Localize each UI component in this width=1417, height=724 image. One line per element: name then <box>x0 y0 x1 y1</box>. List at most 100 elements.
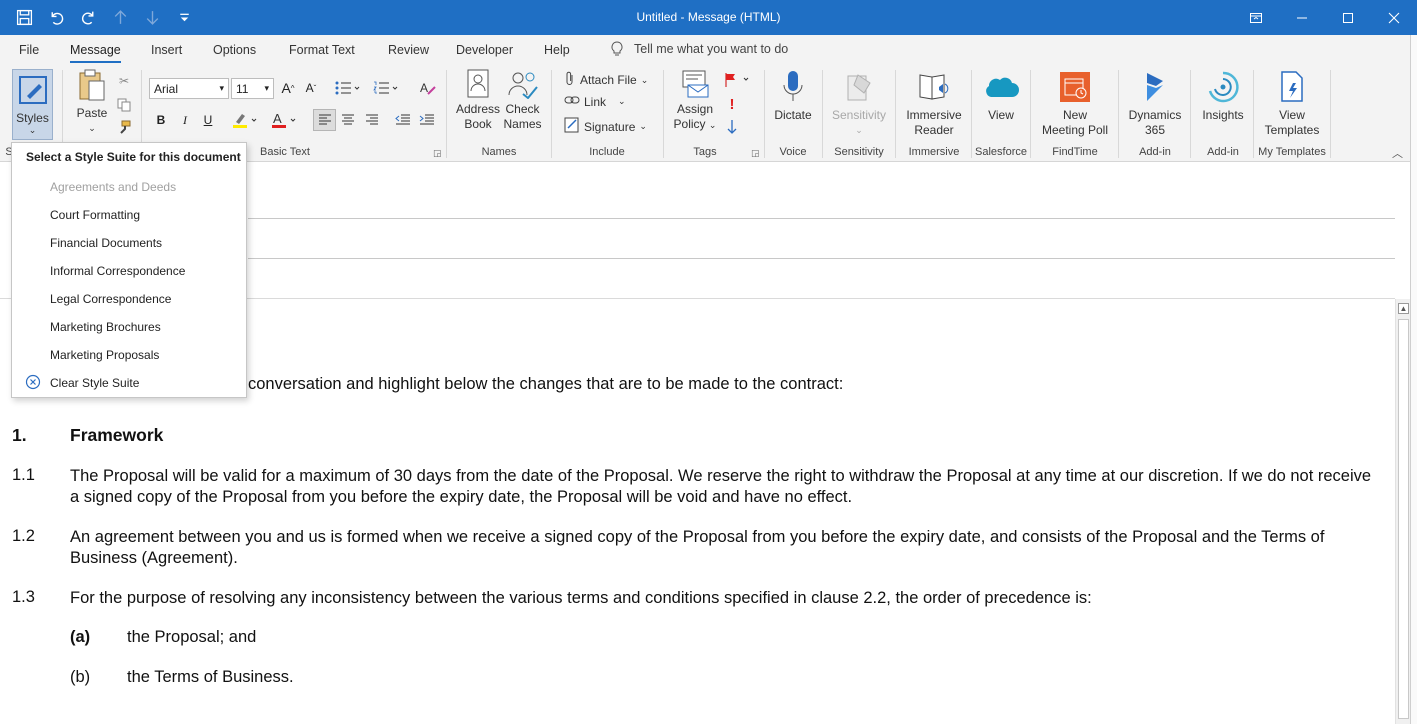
view-templates-button[interactable]: View Templates <box>1256 69 1328 138</box>
menu-item-financial-documents[interactable]: Financial Documents <box>50 236 162 250</box>
maximize-icon[interactable] <box>1325 0 1371 35</box>
styles-button[interactable]: Styles ⌄ <box>12 69 53 140</box>
increase-indent-icon[interactable] <box>417 110 437 130</box>
tab-format-text[interactable]: Format Text <box>289 43 355 57</box>
tab-developer[interactable]: Developer <box>456 43 513 57</box>
minimize-icon[interactable] <box>1279 0 1325 35</box>
assign-policy-button[interactable]: Assign Policy ⌄ <box>671 69 719 133</box>
dynamics-365-button[interactable]: Dynamics 365 <box>1122 69 1188 138</box>
clear-formatting-icon[interactable]: A <box>418 78 438 98</box>
insights-button[interactable]: Insights <box>1194 69 1252 123</box>
clause-text: For the purpose of resolving any inconsi… <box>70 589 1092 607</box>
align-center-icon[interactable] <box>338 110 358 130</box>
grow-font-icon[interactable]: A ^ <box>278 78 298 98</box>
styles-icon <box>19 76 47 104</box>
underline-button[interactable]: U <box>198 110 218 130</box>
follow-up-flag-icon[interactable] <box>721 70 753 90</box>
bold-button[interactable]: B <box>151 110 171 130</box>
sub-clause-label: (a) <box>70 628 91 646</box>
font-color-icon[interactable]: A <box>269 110 301 130</box>
menu-item-marketing-proposals[interactable]: Marketing Proposals <box>50 348 159 362</box>
menu-item-marketing-brochures[interactable]: Marketing Brochures <box>50 320 161 334</box>
font-size-value: 11 <box>236 81 249 96</box>
format-painter-icon[interactable] <box>114 118 134 138</box>
clause-number: 1.2 <box>12 527 35 545</box>
salesforce-view-label: View <box>988 108 1014 122</box>
attach-file-button[interactable]: Attach File ⌄ <box>564 71 648 89</box>
scroll-thumb[interactable] <box>1398 319 1409 719</box>
tell-me-search[interactable]: Tell me what you want to do <box>610 41 788 57</box>
immersive-reader-icon <box>917 69 951 105</box>
clause-number: 1.3 <box>12 588 35 606</box>
new-meeting-poll-button[interactable]: New Meeting Poll <box>1034 69 1116 138</box>
dictate-label: Dictate <box>774 108 812 122</box>
svg-text:A: A <box>273 111 282 126</box>
shrink-font-icon[interactable]: Aˇ <box>301 78 321 98</box>
copy-icon[interactable] <box>114 95 134 115</box>
paste-icon <box>76 69 108 103</box>
styles-label: Styles <box>16 111 49 125</box>
window-edge <box>1410 35 1417 724</box>
salesforce-view-button[interactable]: View <box>974 69 1028 123</box>
tab-message[interactable]: Message <box>70 43 121 63</box>
paperclip-icon <box>564 71 576 89</box>
lightbulb-icon <box>611 41 623 56</box>
menu-item-legal-correspondence[interactable]: Legal Correspondence <box>50 292 171 306</box>
menu-item-agreements-and-deeds: Agreements and Deeds <box>50 180 177 194</box>
sensitivity-button[interactable]: Sensitivity ⌄ <box>826 69 892 138</box>
dictate-button[interactable]: Dictate <box>768 69 818 123</box>
decrease-indent-icon[interactable] <box>393 110 413 130</box>
align-left-icon[interactable] <box>313 109 336 131</box>
sub-clause-text: the Terms of Business. <box>127 668 294 686</box>
cut-icon[interactable]: ✂ <box>114 71 134 91</box>
close-icon[interactable] <box>1371 0 1417 35</box>
dialog-launcher-icon[interactable]: ◲ <box>433 148 442 159</box>
title-bar: Untitled - Message (HTML) <box>0 0 1417 35</box>
tab-review[interactable]: Review <box>388 43 429 57</box>
highlight-icon[interactable] <box>230 110 262 130</box>
tab-insert[interactable]: Insert <box>151 43 182 57</box>
signature-button[interactable]: Signature ⌄ <box>564 117 647 136</box>
tab-help[interactable]: Help <box>544 43 570 57</box>
address-book-button[interactable]: Address Book <box>454 69 502 132</box>
font-name-value: Arial <box>154 81 179 96</box>
attach-file-label: Attach File <box>580 73 637 87</box>
header-divider <box>248 258 1395 259</box>
menu-item-court-formatting[interactable]: Court Formatting <box>50 208 140 222</box>
align-right-icon[interactable] <box>362 110 382 130</box>
check-names-button[interactable]: Check Names <box>500 69 545 132</box>
tab-options[interactable]: Options <box>213 43 256 57</box>
bullets-icon[interactable] <box>333 78 363 98</box>
dialog-launcher-icon[interactable]: ◲ <box>751 148 760 159</box>
address-book-icon <box>463 69 493 99</box>
sub-clause-label: (b) <box>70 668 91 686</box>
immersive-reader-label-2: Reader <box>914 123 954 137</box>
italic-button[interactable]: I <box>175 110 195 130</box>
microphone-icon <box>778 69 808 105</box>
findtime-group-label: FindTime <box>1052 146 1098 158</box>
numbering-icon[interactable] <box>371 78 401 98</box>
font-name-combo[interactable]: Arial ▾ <box>149 78 229 99</box>
vertical-scrollbar[interactable]: ▲ <box>1395 299 1410 724</box>
insights-group-label: Add-in <box>1207 146 1239 158</box>
menu-item-informal-correspondence[interactable]: Informal Correspondence <box>50 264 185 278</box>
collapse-ribbon-icon[interactable]: ︿ <box>1392 145 1403 161</box>
menu-item-clear-style-suite[interactable]: Clear Style Suite <box>50 376 139 390</box>
signature-label: Signature <box>584 119 636 134</box>
salesforce-cloud-icon <box>983 69 1019 105</box>
ribbon-display-options-icon[interactable] <box>1233 0 1279 35</box>
paste-button[interactable]: Paste ⌄ <box>72 69 112 136</box>
intro-text: conversation and highlight below the cha… <box>248 375 844 393</box>
immersive-reader-button[interactable]: Immersive Reader <box>899 69 969 138</box>
link-button[interactable]: Link ⌄ <box>564 94 626 109</box>
tab-file[interactable]: File <box>19 43 39 57</box>
chevron-down-icon: ⌄ <box>640 74 649 85</box>
low-importance-icon[interactable] <box>722 117 742 137</box>
high-importance-icon[interactable]: ! <box>722 94 742 114</box>
immersive-group-label: Immersive <box>908 146 960 158</box>
include-group-label: Include <box>589 146 625 158</box>
chevron-down-icon: ⌄ <box>28 125 37 135</box>
font-size-combo[interactable]: 11 ▾ <box>231 78 274 99</box>
scroll-up-icon[interactable]: ▲ <box>1398 303 1409 314</box>
tags-group-label: Tags <box>693 146 717 158</box>
